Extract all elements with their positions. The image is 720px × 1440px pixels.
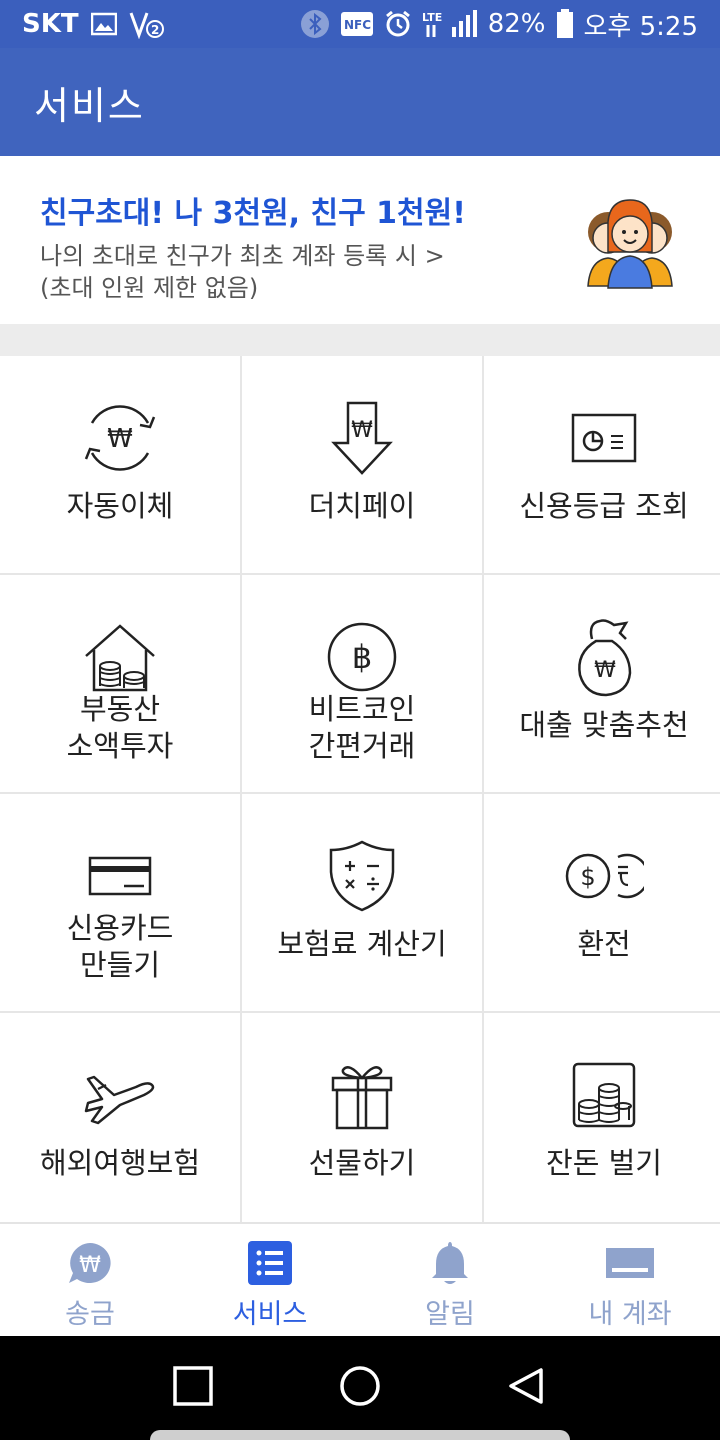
account-icon bbox=[606, 1240, 654, 1286]
section-divider bbox=[0, 324, 720, 356]
volte-icon: 2 bbox=[129, 9, 165, 39]
service-currency-exchange[interactable]: $ 환전 bbox=[484, 794, 720, 1011]
svg-text:$: $ bbox=[580, 863, 595, 891]
lte-signal-icon: LTE bbox=[422, 9, 478, 39]
bluetooth-icon bbox=[300, 9, 330, 39]
real-estate-icon bbox=[75, 617, 165, 697]
loan-icon: ₩ bbox=[559, 617, 649, 697]
coin-jar-icon bbox=[559, 1055, 649, 1135]
gesture-handle bbox=[150, 1430, 570, 1440]
service-credit-card[interactable]: 신용카드 만들기 bbox=[0, 794, 240, 1011]
friends-illustration-icon bbox=[580, 190, 680, 290]
promo-note: (초대 인원 제한 없음) bbox=[40, 274, 259, 302]
svg-text:₩: ₩ bbox=[79, 1253, 101, 1278]
invite-promo-banner[interactable]: 친구초대! 나 3천원, 친구 1천원! 나의 초대로 친구가 최초 계좌 등록… bbox=[0, 156, 720, 324]
service-label: 신용카드 만들기 bbox=[66, 911, 174, 982]
list-icon bbox=[248, 1240, 292, 1286]
airplane-icon bbox=[75, 1055, 165, 1135]
svg-text:₩: ₩ bbox=[594, 658, 616, 683]
nav-services[interactable]: 서비스 bbox=[180, 1224, 360, 1336]
carrier-label: SKT bbox=[22, 9, 79, 39]
nav-label: 알림 bbox=[425, 1299, 475, 1330]
service-travel-insurance[interactable]: 해외여행보험 bbox=[0, 1013, 240, 1228]
service-credit-rating[interactable]: 신용등급 조회 bbox=[484, 356, 720, 573]
nav-label: 서비스 bbox=[232, 1299, 308, 1330]
nav-label: 송금 bbox=[65, 1299, 115, 1330]
bitcoin-icon: ฿ bbox=[317, 617, 407, 697]
status-bar: SKT 2 NFC LTE 82% 오후 5:25 bbox=[0, 0, 720, 48]
service-label: 잔돈 벌기 bbox=[546, 1146, 662, 1180]
clock: 오후 5:25 bbox=[583, 11, 699, 42]
image-icon bbox=[90, 12, 117, 36]
promo-headline: 친구초대! 나 3천원, 친구 1천원! bbox=[40, 196, 466, 231]
won-chat-icon: ₩ bbox=[67, 1240, 113, 1286]
service-label: 더치페이 bbox=[308, 489, 416, 523]
credit-card-icon bbox=[75, 836, 165, 916]
service-label: 해외여행보험 bbox=[39, 1146, 201, 1180]
service-insurance-calculator[interactable]: 보험료 계산기 bbox=[242, 794, 482, 1011]
svg-text:₩: ₩ bbox=[351, 418, 373, 443]
service-label: 부동산 소액투자 bbox=[66, 692, 174, 763]
system-navigation-bar bbox=[0, 1336, 720, 1440]
back-icon[interactable] bbox=[507, 1366, 547, 1410]
services-grid: ₩ 자동이체 ₩ 더치페이 신용등급 조회 부동산 소액투자 ฿ 비트코인 간편거래… bbox=[0, 356, 720, 1228]
auto-transfer-icon: ₩ bbox=[75, 398, 165, 478]
service-label: 신용등급 조회 bbox=[519, 489, 689, 523]
nav-my-account[interactable]: 내 계좌 bbox=[540, 1224, 720, 1336]
battery-percent: 82% bbox=[487, 9, 546, 39]
app-bar: 서비스 bbox=[0, 48, 720, 156]
nav-label: 내 계좌 bbox=[588, 1299, 672, 1330]
promo-description: 나의 초대로 친구가 최초 계좌 등록 시 > bbox=[40, 242, 445, 270]
home-icon[interactable] bbox=[339, 1365, 381, 1411]
service-bitcoin[interactable]: ฿ 비트코인 간편거래 bbox=[242, 575, 482, 792]
service-label: 자동이체 bbox=[66, 489, 174, 523]
alarm-icon bbox=[384, 10, 412, 38]
service-gift[interactable]: 선물하기 bbox=[242, 1013, 482, 1228]
dutch-pay-icon: ₩ bbox=[317, 398, 407, 478]
page-title: 서비스 bbox=[34, 83, 145, 128]
svg-text:฿: ฿ bbox=[352, 638, 372, 676]
service-real-estate[interactable]: 부동산 소액투자 bbox=[0, 575, 240, 792]
nav-transfer[interactable]: ₩ 송금 bbox=[0, 1224, 180, 1336]
svg-text:₩: ₩ bbox=[107, 424, 133, 454]
recent-apps-icon[interactable] bbox=[173, 1366, 213, 1410]
service-spare-change[interactable]: 잔돈 벌기 bbox=[484, 1013, 720, 1228]
service-label: 선물하기 bbox=[308, 1146, 416, 1180]
svg-text:2: 2 bbox=[151, 23, 159, 37]
credit-rating-icon bbox=[559, 398, 649, 478]
svg-text:NFC: NFC bbox=[344, 18, 371, 32]
service-label: 비트코인 간편거래 bbox=[308, 692, 416, 763]
bottom-navigation: ₩ 송금 서비스 알림 내 계좌 bbox=[0, 1222, 720, 1336]
service-label: 보험료 계산기 bbox=[277, 927, 447, 961]
service-loan[interactable]: ₩ 대출 맞춤추천 bbox=[484, 575, 720, 792]
bell-icon bbox=[430, 1240, 470, 1286]
service-label: 환전 bbox=[577, 927, 631, 961]
gift-icon bbox=[317, 1055, 407, 1135]
svg-text:LTE: LTE bbox=[422, 11, 442, 24]
service-dutch-pay[interactable]: ₩ 더치페이 bbox=[242, 356, 482, 573]
service-auto-transfer[interactable]: ₩ 자동이체 bbox=[0, 356, 240, 573]
service-label: 대출 맞춤추천 bbox=[519, 708, 689, 742]
currency-exchange-icon: $ bbox=[559, 836, 649, 916]
insurance-calculator-icon bbox=[317, 836, 407, 916]
battery-icon bbox=[556, 9, 574, 39]
nfc-icon: NFC bbox=[340, 11, 374, 37]
nav-notifications[interactable]: 알림 bbox=[360, 1224, 540, 1336]
